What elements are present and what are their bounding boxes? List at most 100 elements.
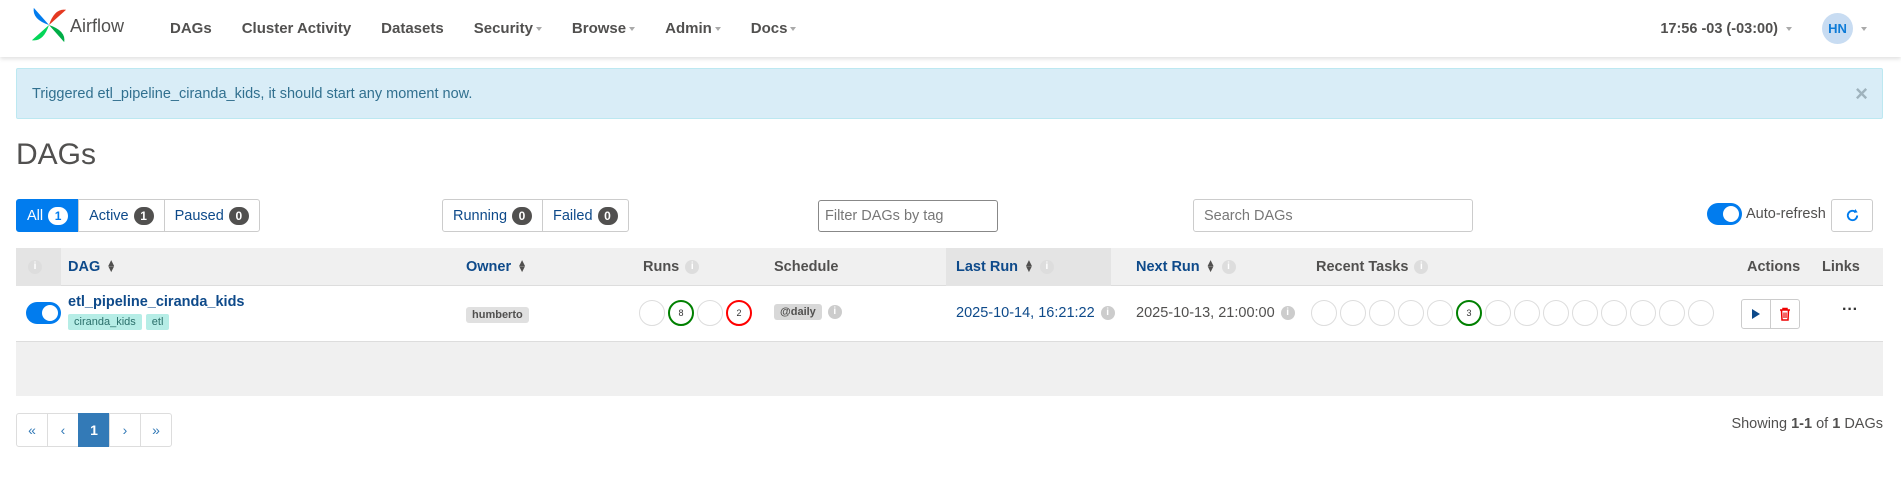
search-dags-input[interactable] (1193, 199, 1473, 232)
recent-tasks-cell: 3 (1311, 300, 1721, 328)
showing-range: 1-1 (1791, 416, 1813, 432)
nav-docs[interactable]: Docs (736, 20, 812, 37)
nav-admin-label: Admin (665, 20, 712, 37)
toggle-knob (1723, 206, 1739, 222)
task-status-circle[interactable] (1311, 300, 1337, 326)
run-status-circle[interactable]: 8 (668, 300, 694, 326)
caret-down-icon (535, 26, 542, 31)
task-status-circle[interactable] (1514, 300, 1540, 326)
runs-cell: 82 (639, 300, 769, 328)
showing-count: Showing 1-1 of 1 DAGs (1731, 416, 1883, 432)
dag-tag[interactable]: etl (145, 314, 170, 330)
nav-admin[interactable]: Admin (650, 20, 736, 37)
pause-toggle[interactable] (26, 302, 61, 324)
trigger-alert: Triggered etl_pipeline_ciranda_kids, it … (16, 68, 1883, 119)
caret-down-icon (629, 26, 636, 31)
task-status-circle[interactable] (1659, 300, 1685, 326)
run-status-circle[interactable] (639, 300, 665, 326)
pagination-last[interactable]: » (140, 413, 172, 447)
nav-browse[interactable]: Browse (557, 20, 650, 37)
header-links-label: Links (1822, 259, 1860, 275)
task-status-circle[interactable] (1601, 300, 1627, 326)
schedule-cell: @daily i (774, 304, 842, 320)
links-menu-button[interactable]: ··· (1842, 301, 1858, 319)
task-status-circle[interactable] (1369, 300, 1395, 326)
timezone-clock[interactable]: 17:56 -03 (-03:00) (1660, 21, 1792, 37)
close-icon[interactable]: × (1855, 81, 1868, 107)
dag-cell: etl_pipeline_ciranda_kids ciranda_kids et… (68, 294, 245, 330)
nav-dags[interactable]: DAGs (155, 20, 227, 37)
filter-active-label: Active (89, 207, 129, 224)
owner-badge[interactable]: humberto (466, 307, 529, 323)
dag-pause-toggle[interactable] (26, 302, 61, 327)
pagination-current[interactable]: 1 (78, 413, 110, 447)
header-owner[interactable]: Owner ▲ ▼ (466, 248, 527, 286)
task-status-circle[interactable] (1543, 300, 1569, 326)
header-schedule-label: Schedule (774, 259, 839, 275)
info-icon[interactable]: i (1039, 260, 1054, 274)
sort-icon: ▲ ▼ (517, 258, 528, 275)
info-icon[interactable]: i (1280, 306, 1295, 320)
task-status-circle[interactable] (1688, 300, 1714, 326)
pagination-first[interactable]: « (16, 413, 48, 447)
count-badge: 1 (133, 206, 154, 225)
sort-icon: ▲ ▼ (106, 258, 117, 275)
filter-running-button[interactable]: Running 0 (442, 199, 544, 232)
user-menu[interactable]: HN (1822, 13, 1867, 44)
task-status-circle[interactable]: 3 (1456, 300, 1482, 326)
info-icon[interactable]: i (1221, 260, 1236, 274)
header-dag-label: DAG (68, 259, 101, 275)
filter-active-button[interactable]: Active 1 (78, 199, 165, 232)
nav-security[interactable]: Security (459, 20, 557, 37)
tag-filter-input[interactable] (818, 200, 998, 232)
nav-browse-label: Browse (571, 20, 627, 37)
header-actions-label: Actions (1747, 259, 1801, 275)
info-icon[interactable]: i (1100, 306, 1115, 320)
schedule-badge[interactable]: @daily (774, 304, 822, 320)
header-next-run[interactable]: Next Run ▲ ▼ i (1136, 248, 1236, 286)
task-status-circle[interactable] (1398, 300, 1424, 326)
airflow-brand[interactable]: Airflow (30, 6, 124, 44)
count-badge: 0 (597, 206, 618, 225)
info-icon[interactable]: i (1414, 260, 1429, 274)
nav-cluster-activity[interactable]: Cluster Activity (227, 20, 366, 37)
nav-datasets[interactable]: Datasets (366, 20, 459, 37)
auto-refresh-toggle[interactable] (1707, 203, 1742, 225)
run-status-circle[interactable]: 2 (726, 300, 752, 326)
task-status-circle[interactable] (1572, 300, 1598, 326)
dag-tag[interactable]: ciranda_kids (68, 314, 142, 330)
header-recent-tasks: Recent Tasks i (1316, 248, 1429, 286)
task-status-circle[interactable] (1427, 300, 1453, 326)
nav-datasets-label: Datasets (381, 20, 444, 37)
refresh-button[interactable] (1831, 199, 1873, 232)
brand-name: Airflow (70, 16, 125, 36)
count-badge: 0 (228, 206, 249, 225)
run-state-filter: Running 0 Failed 0 (442, 199, 629, 232)
filter-failed-button[interactable]: Failed 0 (542, 199, 629, 232)
header-runs-label: Runs (643, 259, 680, 275)
nav-dags-label: DAGs (170, 20, 212, 37)
run-status-circle[interactable] (697, 300, 723, 326)
header-owner-label: Owner (466, 259, 512, 275)
last-run-link[interactable]: 2025-10-14, 16:21:22 (956, 305, 1095, 321)
task-status-circle[interactable] (1630, 300, 1656, 326)
trigger-dag-button[interactable] (1741, 299, 1771, 329)
header-dag[interactable]: DAG ▲ ▼ (68, 248, 116, 286)
task-status-circle[interactable] (1340, 300, 1366, 326)
dag-id-link[interactable]: etl_pipeline_ciranda_kids (68, 294, 245, 310)
header-links: Links (1822, 248, 1860, 286)
info-icon[interactable]: i (827, 305, 842, 319)
avatar: HN (1822, 13, 1853, 44)
delete-dag-button[interactable] (1770, 299, 1800, 329)
pagination-prev[interactable]: ‹ (47, 413, 79, 447)
pagination-next[interactable]: › (109, 413, 141, 447)
airflow-logo-icon (31, 7, 67, 43)
nav-security-label: Security (473, 20, 533, 37)
filter-all-button[interactable]: All 1 (16, 199, 80, 232)
header-last-run[interactable]: Last Run ▲ ▼ i (956, 248, 1054, 286)
info-icon[interactable]: i (28, 260, 42, 274)
filter-all-label: All (27, 207, 44, 224)
filter-paused-button[interactable]: Paused 0 (163, 199, 260, 232)
info-icon[interactable]: i (685, 260, 700, 274)
task-status-circle[interactable] (1485, 300, 1511, 326)
